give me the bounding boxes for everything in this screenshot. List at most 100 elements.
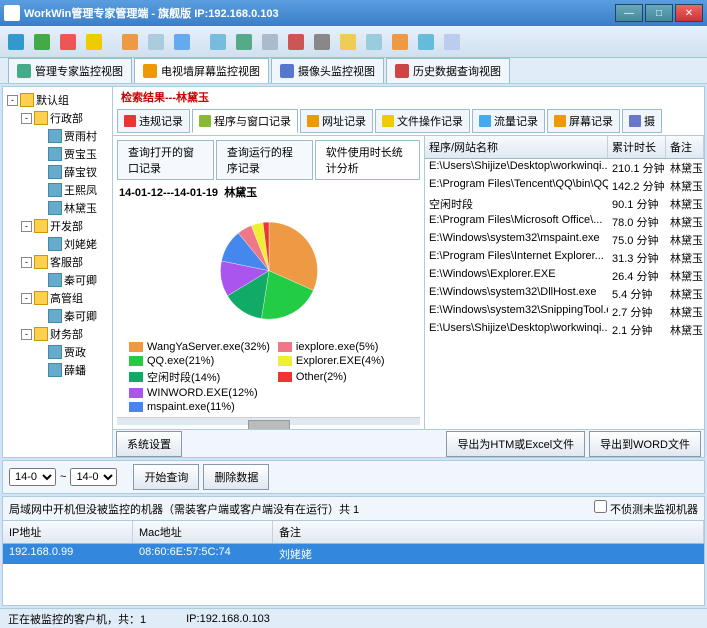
tree-node[interactable]: 林黛玉 bbox=[7, 199, 108, 217]
legend-item: 空闲时段(14%) bbox=[129, 369, 270, 385]
col-note[interactable]: 备注 bbox=[666, 136, 704, 158]
data-row[interactable]: E:\Users\Shijize\Desktop\workwinqi...2.1… bbox=[425, 321, 704, 339]
legend-item bbox=[278, 387, 408, 399]
bottom-panel: 局域网中开机但没被监控的机器（需装客户端或客户端没有在运行）共 1 不侦测未监视… bbox=[2, 496, 705, 606]
main-tab-0[interactable]: 管理专家监控视图 bbox=[8, 58, 132, 83]
tool-8[interactable] bbox=[206, 30, 230, 54]
tool-10[interactable] bbox=[258, 30, 282, 54]
main-tab-2[interactable]: 摄像头监控视图 bbox=[271, 58, 384, 83]
tree-node[interactable]: -客服部 bbox=[7, 253, 108, 271]
date-range: 14-01-12---14-01-19 林黛玉 bbox=[117, 180, 420, 204]
sub-tab-5[interactable]: 屏幕记录 bbox=[547, 109, 620, 133]
chart-area: 查询打开的窗口记录查询运行的程序记录软件使用时长统计分析 14-01-12---… bbox=[113, 136, 424, 429]
tree-node[interactable]: -高管组 bbox=[7, 289, 108, 307]
export-word-button[interactable]: 导出到WORD文件 bbox=[589, 431, 701, 457]
data-row[interactable]: E:\Program Files\Tencent\QQ\bin\QQ...142… bbox=[425, 177, 704, 195]
sub-tab-4[interactable]: 流量记录 bbox=[472, 109, 545, 133]
tool-11[interactable] bbox=[284, 30, 308, 54]
tool-7[interactable] bbox=[170, 30, 194, 54]
window-title: WorkWin管理专家管理端 - 旗舰版 IP:192.168.0.103 bbox=[24, 5, 615, 21]
table-row[interactable]: 192.168.0.99 08:60:6E:57:5C:74 刘姥姥 bbox=[3, 544, 704, 564]
data-row[interactable]: E:\Program Files\Internet Explorer...31.… bbox=[425, 249, 704, 267]
tree-node[interactable]: 贾宝玉 bbox=[7, 145, 108, 163]
tree-panel: -默认组-行政部贾雨村贾宝玉薛宝钗王熙凤林黛玉-开发部刘姥姥-客服部秦可卿-高管… bbox=[3, 87, 113, 457]
legend: WangYaServer.exe(32%) iexplore.exe(5%) QQ.… bbox=[117, 337, 420, 417]
titlebar: WorkWin管理专家管理端 - 旗舰版 IP:192.168.0.103 — … bbox=[0, 0, 707, 26]
tool-13[interactable] bbox=[336, 30, 360, 54]
tree-node[interactable]: 秦可卿 bbox=[7, 307, 108, 325]
col-ip[interactable]: IP地址 bbox=[3, 521, 133, 543]
legend-item: Other(2%) bbox=[278, 369, 408, 385]
main-tab-3[interactable]: 历史数据查询视图 bbox=[386, 58, 510, 83]
data-row[interactable]: E:\Windows\system32\DllHost.exe5.4 分钟林黛玉 bbox=[425, 285, 704, 303]
sub-tab-6[interactable]: 摄 bbox=[622, 109, 662, 133]
bottom-controls: 系统设置 导出为HTM或Excel文件 导出到WORD文件 bbox=[113, 429, 704, 457]
data-row[interactable]: 空闲时段90.1 分钟林黛玉 bbox=[425, 195, 704, 213]
tree-node[interactable]: 贾政 bbox=[7, 343, 108, 361]
tree-node[interactable]: -默认组 bbox=[7, 91, 108, 109]
option-tabs: 查询打开的窗口记录查询运行的程序记录软件使用时长统计分析 bbox=[117, 140, 420, 180]
data-row[interactable]: E:\Program Files\Microsoft Office\...78.… bbox=[425, 213, 704, 231]
h-scrollbar[interactable] bbox=[117, 417, 420, 425]
toolbar bbox=[0, 26, 707, 58]
col-mac[interactable]: Mac地址 bbox=[133, 521, 273, 543]
sub-tab-0[interactable]: 违规记录 bbox=[117, 109, 190, 133]
sub-tab-2[interactable]: 网址记录 bbox=[300, 109, 373, 133]
tool-2[interactable] bbox=[30, 30, 54, 54]
tool-14[interactable] bbox=[362, 30, 386, 54]
sub-tab-3[interactable]: 文件操作记录 bbox=[375, 109, 470, 133]
syscfg-button[interactable]: 系统设置 bbox=[116, 431, 182, 457]
start-query-button[interactable]: 开始查询 bbox=[133, 464, 199, 490]
tool-3[interactable] bbox=[56, 30, 80, 54]
opt-tab-0[interactable]: 查询打开的窗口记录 bbox=[117, 140, 214, 180]
tool-9[interactable] bbox=[232, 30, 256, 54]
tool-12[interactable] bbox=[310, 30, 334, 54]
legend-item: QQ.exe(21%) bbox=[129, 355, 270, 367]
tool-15[interactable] bbox=[388, 30, 412, 54]
tree-node[interactable]: 贾雨村 bbox=[7, 127, 108, 145]
tree-node[interactable]: -财务部 bbox=[7, 325, 108, 343]
col-time[interactable]: 累计时长 bbox=[608, 136, 666, 158]
sub-tabs: 违规记录程序与窗口记录网址记录文件操作记录流量记录屏幕记录摄 bbox=[113, 107, 704, 136]
tree-node[interactable]: 王熙凤 bbox=[7, 181, 108, 199]
data-row[interactable]: E:\Windows\system32\mspaint.exe75.0 分钟林黛… bbox=[425, 231, 704, 249]
tree-node[interactable]: 薛宝钗 bbox=[7, 163, 108, 181]
delete-data-button[interactable]: 删除数据 bbox=[203, 464, 269, 490]
tool-16[interactable] bbox=[414, 30, 438, 54]
tool-6[interactable] bbox=[144, 30, 168, 54]
minimize-button[interactable]: — bbox=[615, 4, 643, 22]
export-htm-button[interactable]: 导出为HTM或Excel文件 bbox=[446, 431, 585, 457]
tree-node[interactable]: 刘姥姥 bbox=[7, 235, 108, 253]
tree-node[interactable]: 秦可卿 bbox=[7, 271, 108, 289]
legend-item: iexplore.exe(5%) bbox=[278, 341, 408, 353]
legend-item: WangYaServer.exe(32%) bbox=[129, 341, 270, 353]
status-left: 正在被监控的客户机，共：1 bbox=[8, 611, 146, 627]
tree-node[interactable]: -行政部 bbox=[7, 109, 108, 127]
data-row[interactable]: E:\Users\Shijize\Desktop\workwinqi...210… bbox=[425, 159, 704, 177]
data-row[interactable]: E:\Windows\system32\SnippingTool.exe2.7 … bbox=[425, 303, 704, 321]
date-to-select[interactable]: 14-0 bbox=[70, 468, 117, 486]
data-table: 程序/网站名称 累计时长 备注 E:\Users\Shijize\Desktop… bbox=[424, 136, 704, 429]
opt-tab-2[interactable]: 软件使用时长统计分析 bbox=[315, 140, 420, 180]
tool-5[interactable] bbox=[118, 30, 142, 54]
app-icon bbox=[4, 5, 20, 21]
legend-item: mspaint.exe(11%) bbox=[129, 401, 270, 413]
pie-chart bbox=[159, 210, 379, 331]
data-row[interactable]: E:\Windows\Explorer.EXE26.4 分钟林黛玉 bbox=[425, 267, 704, 285]
main-tab-1[interactable]: 电视墙屏幕监控视图 bbox=[134, 58, 269, 83]
date-from-select[interactable]: 14-0 bbox=[9, 468, 56, 486]
col-program[interactable]: 程序/网站名称 bbox=[425, 136, 608, 158]
opt-tab-1[interactable]: 查询运行的程序记录 bbox=[216, 140, 313, 180]
no-detect-checkbox[interactable]: 不侦测未监视机器 bbox=[594, 500, 698, 517]
tool-1[interactable] bbox=[4, 30, 28, 54]
close-button[interactable]: ✕ bbox=[675, 4, 703, 22]
maximize-button[interactable]: □ bbox=[645, 4, 673, 22]
col-remark[interactable]: 备注 bbox=[273, 521, 704, 543]
tree-node[interactable]: -开发部 bbox=[7, 217, 108, 235]
tool-17[interactable] bbox=[440, 30, 464, 54]
tool-4[interactable] bbox=[82, 30, 106, 54]
legend-item: WINWORD.EXE(12%) bbox=[129, 387, 270, 399]
tree-node[interactable]: 薛蟠 bbox=[7, 361, 108, 379]
status-right: IP:192.168.0.103 bbox=[186, 613, 270, 625]
sub-tab-1[interactable]: 程序与窗口记录 bbox=[192, 109, 298, 133]
